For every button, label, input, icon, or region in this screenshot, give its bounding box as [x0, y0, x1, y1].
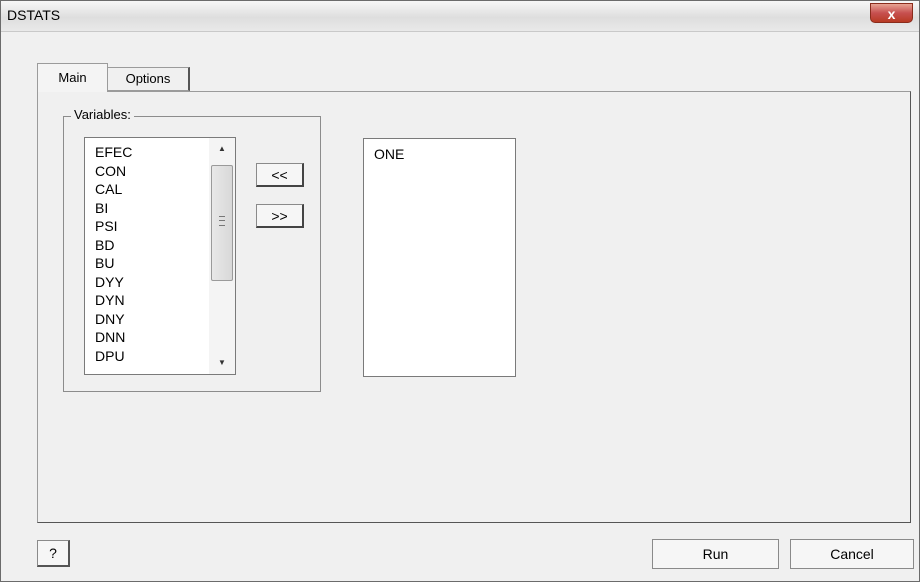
scroll-up-icon[interactable]: ▲ — [209, 140, 235, 158]
scroll-thumb[interactable] — [211, 165, 233, 281]
cancel-button[interactable]: Cancel — [790, 539, 914, 569]
add-variable-button[interactable]: << — [256, 163, 304, 187]
list-item[interactable]: DYN — [95, 291, 132, 310]
list-item[interactable]: PSI — [95, 217, 132, 236]
close-button[interactable]: x — [870, 3, 913, 23]
list-item[interactable]: DNY — [95, 310, 132, 329]
remove-variable-button[interactable]: >> — [256, 204, 304, 228]
scroll-down-icon[interactable]: ▼ — [209, 354, 235, 372]
variables-label: Variables: — [71, 107, 134, 122]
list-item[interactable]: DYY — [95, 273, 132, 292]
selected-list-items: ONE — [374, 145, 404, 164]
list-item[interactable]: CON — [95, 162, 132, 181]
help-button[interactable]: ? — [37, 540, 70, 567]
title-bar[interactable]: DSTATS x — [1, 1, 919, 32]
list-item[interactable]: CAL — [95, 180, 132, 199]
run-button[interactable]: Run — [652, 539, 779, 569]
variables-listbox[interactable]: EFEC CON CAL BI PSI BD BU DYY DYN DNY DN… — [84, 137, 236, 375]
dstats-dialog: DSTATS x Main Options Variables: EFEC CO… — [0, 0, 920, 582]
list-item[interactable]: BD — [95, 236, 132, 255]
tab-main[interactable]: Main — [37, 63, 108, 92]
window-title: DSTATS — [7, 7, 61, 23]
variables-list-items: EFEC CON CAL BI PSI BD BU DYY DYN DNY DN… — [95, 143, 132, 365]
variables-scrollbar[interactable]: ▲ ▼ — [209, 138, 235, 374]
selected-variables-listbox[interactable]: ONE — [363, 138, 516, 377]
list-item[interactable]: DPU — [95, 347, 132, 366]
grip-icon — [219, 216, 225, 226]
list-item[interactable]: ONE — [374, 145, 404, 164]
list-item[interactable]: BI — [95, 199, 132, 218]
list-item[interactable]: BU — [95, 254, 132, 273]
list-item[interactable]: DNN — [95, 328, 132, 347]
tab-options[interactable]: Options — [108, 67, 190, 91]
list-item[interactable]: EFEC — [95, 143, 132, 162]
close-icon: x — [887, 6, 896, 22]
